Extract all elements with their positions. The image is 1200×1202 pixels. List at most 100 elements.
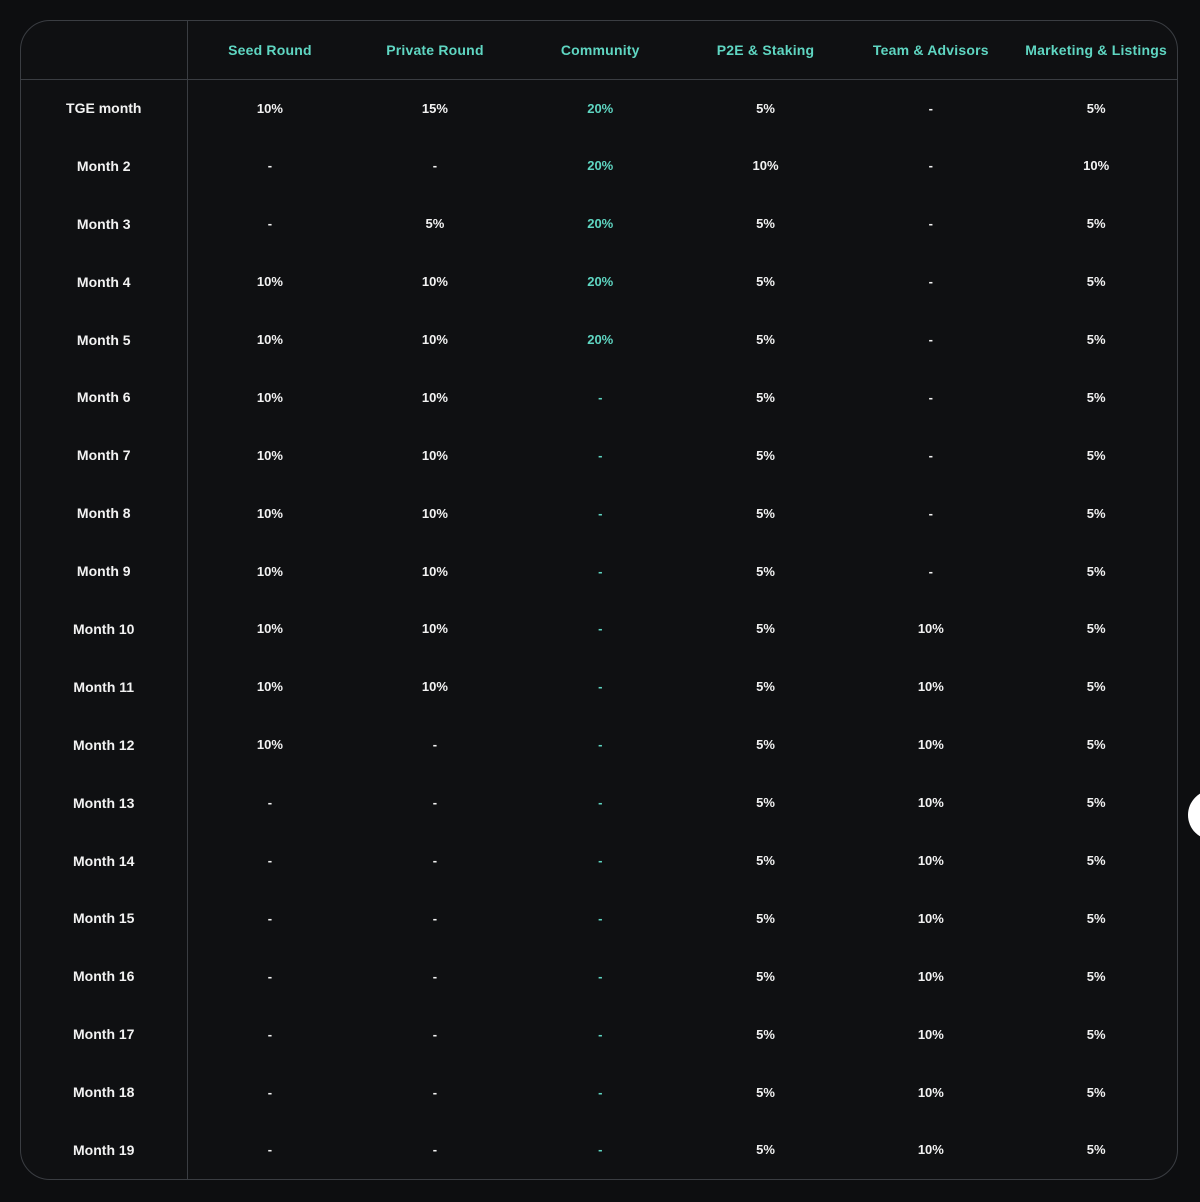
table-cell: 5% bbox=[1086, 447, 1106, 463]
table-row: Month 12 10% - - 5% 10% 5% bbox=[21, 715, 1177, 774]
table-cell: 10% bbox=[421, 563, 448, 579]
row-label: Month 10 bbox=[21, 600, 188, 658]
scroll-handle[interactable] bbox=[1188, 790, 1200, 840]
table-row: Month 2 - - 20% 10% - 10% bbox=[21, 136, 1177, 195]
table-cell: - bbox=[598, 910, 603, 926]
row-label: Month 7 bbox=[21, 426, 188, 485]
table-cell: - bbox=[267, 853, 273, 869]
column-header-seed-round: Seed Round bbox=[187, 21, 353, 80]
table-cell: - bbox=[432, 795, 438, 811]
table-cell: 5% bbox=[1086, 389, 1106, 405]
row-label: Month 4 bbox=[21, 252, 188, 311]
table-cell: 10% bbox=[752, 158, 779, 174]
table-header-row: Seed Round Private Round Community P2E &… bbox=[21, 21, 1177, 80]
table-cell: 5% bbox=[756, 1084, 775, 1100]
row-label: Month 17 bbox=[21, 1005, 188, 1064]
table-cell: 5% bbox=[1086, 505, 1106, 521]
table-cell: - bbox=[598, 968, 603, 984]
table-cell: 10% bbox=[917, 1026, 944, 1042]
table-cell: 10% bbox=[1083, 158, 1110, 174]
table-cell: - bbox=[432, 737, 438, 753]
table-cell: - bbox=[598, 505, 603, 521]
table-cell: 10% bbox=[917, 910, 944, 926]
row-label: Month 19 bbox=[21, 1121, 188, 1179]
row-label: Month 3 bbox=[21, 194, 188, 253]
row-label: Month 2 bbox=[21, 136, 188, 195]
table-cell: 20% bbox=[587, 216, 614, 232]
column-header-marketing-listings: Marketing & Listings bbox=[1013, 21, 1177, 80]
table-cell: - bbox=[928, 447, 933, 463]
table-row: Month 15 - - - 5% 10% 5% bbox=[21, 889, 1177, 948]
row-label: Month 11 bbox=[21, 657, 188, 716]
table-cell: 10% bbox=[421, 274, 448, 290]
table-cell: - bbox=[598, 621, 603, 637]
table-cell: - bbox=[598, 1084, 603, 1100]
table-cell: 5% bbox=[756, 968, 775, 984]
row-label: Month 8 bbox=[21, 484, 188, 543]
table-cell: - bbox=[598, 1026, 603, 1042]
table-cell: 5% bbox=[1086, 621, 1106, 637]
table-cell: - bbox=[598, 795, 603, 811]
row-label: Month 16 bbox=[21, 947, 188, 1006]
table-cell: 5% bbox=[1086, 968, 1106, 984]
table-row: Month 18 - - - 5% 10% 5% bbox=[21, 1063, 1177, 1122]
table-row: Month 5 10% 10% 20% 5% - 5% bbox=[21, 310, 1177, 369]
table-cell: 10% bbox=[256, 621, 283, 637]
table-cell: 10% bbox=[256, 737, 283, 753]
table-cell: - bbox=[928, 563, 933, 579]
table-cell: 10% bbox=[917, 1142, 944, 1158]
table-cell: 10% bbox=[917, 679, 944, 695]
table-cell: 5% bbox=[756, 389, 775, 405]
table-cell: - bbox=[928, 158, 933, 174]
header-corner-cell bbox=[21, 21, 188, 80]
column-header-private-round: Private Round bbox=[352, 21, 518, 80]
table-cell: 20% bbox=[587, 332, 614, 347]
table-cell: - bbox=[267, 968, 273, 984]
row-label: Month 15 bbox=[21, 889, 188, 948]
table-row: Month 13 - - - 5% 10% 5% bbox=[21, 773, 1177, 832]
table-cell: 20% bbox=[587, 100, 614, 116]
table-cell: 5% bbox=[1086, 1142, 1106, 1158]
table-cell: 5% bbox=[1086, 332, 1106, 347]
table-cell: 5% bbox=[756, 447, 775, 463]
table-cell: 5% bbox=[1086, 100, 1106, 116]
table-row: Month 16 - - - 5% 10% 5% bbox=[21, 947, 1177, 1006]
table-cell: 10% bbox=[917, 621, 944, 637]
table-cell: 5% bbox=[756, 332, 775, 347]
table-cell: 10% bbox=[917, 853, 944, 869]
row-label: Month 9 bbox=[21, 542, 188, 601]
table-cell: - bbox=[432, 853, 438, 869]
table-cell: 10% bbox=[256, 505, 283, 521]
table-cell: 10% bbox=[256, 100, 283, 116]
table-cell: - bbox=[267, 216, 273, 232]
table-cell: - bbox=[928, 389, 933, 405]
table-cell: - bbox=[598, 447, 603, 463]
table-cell: 5% bbox=[756, 1026, 775, 1042]
table-row: Month 8 10% 10% - 5% - 5% bbox=[21, 484, 1177, 543]
column-header-community: Community bbox=[517, 21, 683, 80]
column-header-team-advisors: Team & Advisors bbox=[848, 21, 1014, 80]
row-label: Month 14 bbox=[21, 831, 188, 890]
row-label: TGE month bbox=[21, 79, 188, 137]
table-cell: - bbox=[598, 737, 603, 753]
table-cell: - bbox=[598, 1142, 603, 1158]
table-cell: - bbox=[267, 1142, 273, 1158]
table-cell: - bbox=[432, 1142, 438, 1158]
table-cell: 15% bbox=[421, 100, 448, 116]
table-cell: 5% bbox=[1086, 563, 1106, 579]
table-cell: 10% bbox=[256, 389, 283, 405]
table-cell: - bbox=[598, 679, 603, 695]
table-cell: 5% bbox=[1086, 910, 1106, 926]
table-cell: - bbox=[432, 1026, 438, 1042]
table-cell: 10% bbox=[256, 332, 283, 347]
table-cell: 10% bbox=[421, 332, 448, 347]
table-cell: 5% bbox=[1086, 216, 1106, 232]
table-row: Month 19 - - - 5% 10% 5% bbox=[21, 1121, 1177, 1179]
table-cell: 5% bbox=[1086, 1026, 1106, 1042]
table-cell: 10% bbox=[917, 968, 944, 984]
table-cell: 20% bbox=[587, 274, 614, 290]
table-cell: 20% bbox=[587, 158, 614, 174]
table-cell: 10% bbox=[421, 505, 448, 521]
table-cell: - bbox=[267, 910, 273, 926]
table-cell: 5% bbox=[756, 621, 775, 637]
